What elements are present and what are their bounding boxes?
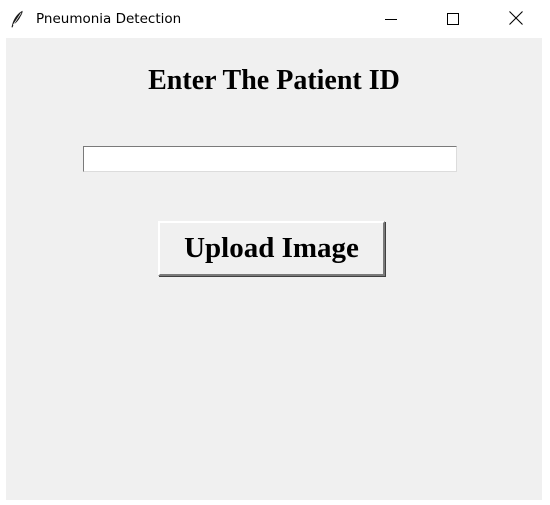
app-window: Pneumonia Detection Enter The Patient ID… xyxy=(0,0,550,505)
patient-id-input[interactable] xyxy=(83,146,457,172)
page-title: Enter The Patient ID xyxy=(148,65,400,96)
title-bar[interactable]: Pneumonia Detection xyxy=(0,0,550,38)
minimize-icon xyxy=(385,10,397,29)
window-title: Pneumonia Detection xyxy=(36,11,182,27)
minimize-button[interactable] xyxy=(362,0,420,38)
close-icon xyxy=(509,10,523,29)
maximize-button[interactable] xyxy=(424,0,482,38)
upload-image-button[interactable]: Upload Image xyxy=(158,221,385,276)
maximize-icon xyxy=(447,10,459,29)
feather-icon xyxy=(10,10,24,28)
main-panel: Enter The Patient ID Upload Image xyxy=(6,38,542,500)
close-button[interactable] xyxy=(487,0,545,38)
